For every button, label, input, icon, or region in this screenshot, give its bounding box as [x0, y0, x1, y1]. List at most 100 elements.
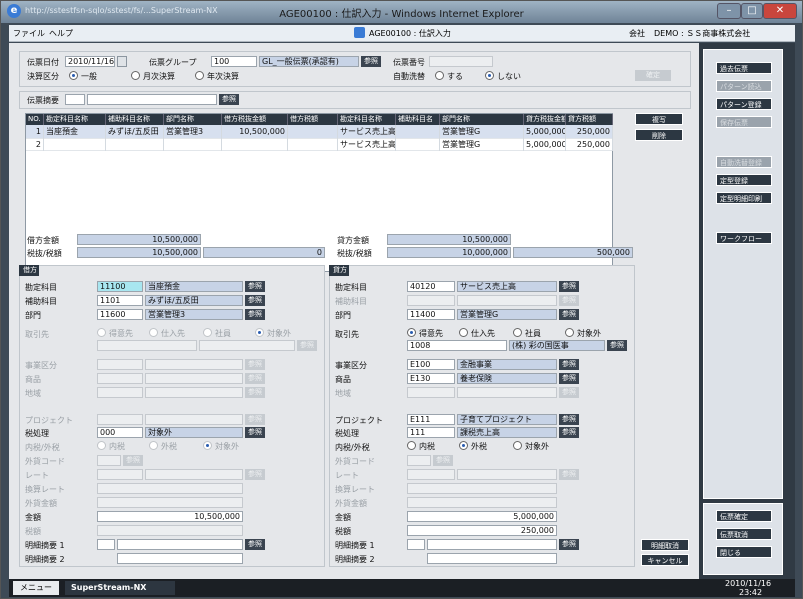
credit-item-code[interactable]: E130	[407, 373, 455, 384]
credit-biz-code[interactable]: E100	[407, 359, 455, 370]
auto-radio-no[interactable]	[485, 71, 494, 80]
settle-radio-monthly[interactable]	[131, 71, 140, 80]
debit-rate-ref[interactable]: 参照	[245, 469, 265, 480]
debit-region-ref[interactable]: 参照	[245, 387, 265, 398]
debit-memo1-code[interactable]	[97, 539, 115, 550]
fixed-register-button[interactable]: 定型登録	[716, 174, 772, 186]
debit-dept-ref[interactable]: 参照	[245, 309, 265, 320]
debit-biz-ref[interactable]: 参照	[245, 359, 265, 370]
credit-partner-radio-customer[interactable]	[407, 328, 416, 337]
credit-memo2-field[interactable]	[427, 553, 557, 564]
menu-button[interactable]: メニュー	[13, 581, 59, 595]
debit-partner-radio-supplier[interactable]	[149, 328, 158, 337]
auto-reversal-button[interactable]: 自動洗替登録	[716, 156, 772, 168]
credit-partner-opt: 社員	[525, 329, 541, 338]
auto-radio-yes[interactable]	[435, 71, 444, 80]
debit-inout-radio-none[interactable]	[203, 441, 212, 450]
debit-memo2-field[interactable]	[117, 553, 243, 564]
credit-taxproc-code[interactable]: 111	[407, 427, 455, 438]
fixed-print-button[interactable]: 定型明細印刷	[716, 192, 772, 204]
menu-help[interactable]: ヘルプ	[49, 28, 73, 39]
debit-fx-ref[interactable]: 参照	[123, 455, 143, 466]
menu-file[interactable]: ファイル	[13, 28, 45, 39]
copy-row-button[interactable]: 複写	[635, 113, 683, 125]
credit-project-code[interactable]: E111	[407, 414, 455, 425]
past-voucher-button[interactable]: 過去伝票	[716, 62, 772, 74]
credit-amount-field[interactable]: 5,000,000	[407, 511, 557, 522]
credit-partner-radio-staff[interactable]	[513, 328, 522, 337]
debit-memo1-field[interactable]	[117, 539, 243, 550]
debit-sub-code[interactable]: 1101	[97, 295, 143, 306]
grid-cell: 営業管理G	[440, 138, 524, 151]
debit-partner-radio-none[interactable]	[255, 328, 264, 337]
credit-acct-ref[interactable]: 参照	[559, 281, 579, 292]
group-ref-button[interactable]: 参照	[361, 56, 381, 67]
credit-biz-label: 事業区分	[335, 361, 367, 370]
number-label: 伝票番号	[393, 58, 425, 67]
credit-rate-ref[interactable]: 参照	[559, 469, 579, 480]
pattern-register-button[interactable]: パターン登録	[716, 98, 772, 110]
memo-code-field[interactable]	[65, 94, 85, 105]
debit-acct-code[interactable]: 11100	[97, 281, 143, 292]
debit-partner-radio-customer[interactable]	[97, 328, 106, 337]
debit-item-label: 商品	[25, 375, 41, 384]
close-button[interactable]: ✕	[763, 3, 797, 19]
grid-cell: 250,000	[566, 125, 613, 138]
date-field[interactable]: 2010/11/16	[65, 56, 115, 67]
debit-dept-code[interactable]: 11600	[97, 309, 143, 320]
credit-dept-code[interactable]: 11400	[407, 309, 455, 320]
credit-dept-ref[interactable]: 参照	[559, 309, 579, 320]
debit-memo1-ref[interactable]: 参照	[245, 539, 265, 550]
debit-sub-ref[interactable]: 参照	[245, 295, 265, 306]
credit-memo1-ref[interactable]: 参照	[559, 539, 579, 550]
credit-acct-code[interactable]: 40120	[407, 281, 455, 292]
credit-inout-radio-none[interactable]	[513, 441, 522, 450]
debit-partner-radio-staff[interactable]	[203, 328, 212, 337]
memo-ref-button[interactable]: 参照	[219, 94, 239, 105]
debit-taxproc-ref[interactable]: 参照	[245, 427, 265, 438]
debit-partner-ref[interactable]: 参照	[297, 340, 317, 351]
credit-partner-label: 取引先	[335, 330, 359, 339]
cancel-button[interactable]: キャンセル	[641, 554, 689, 566]
voucher-confirm-button[interactable]: 伝票確定	[716, 510, 772, 522]
credit-memo1-field[interactable]	[427, 539, 557, 550]
credit-partner-radio-none[interactable]	[565, 328, 574, 337]
debit-inout-radio-in[interactable]	[97, 441, 106, 450]
clear-detail-button[interactable]: 明細取消	[641, 539, 689, 551]
credit-item-ref[interactable]: 参照	[559, 373, 579, 384]
workflow-button[interactable]: ワークフロー	[716, 232, 772, 244]
pattern-load-button[interactable]: パターン読込	[716, 80, 772, 92]
credit-inout-radio-out[interactable]	[459, 441, 468, 450]
delete-row-button[interactable]: 削除	[635, 129, 683, 141]
credit-sub-ref[interactable]: 参照	[559, 295, 579, 306]
credit-taxproc-ref[interactable]: 参照	[559, 427, 579, 438]
credit-region-ref[interactable]: 参照	[559, 387, 579, 398]
credit-project-ref[interactable]: 参照	[559, 414, 579, 425]
credit-memo1-code[interactable]	[407, 539, 425, 550]
save-voucher-button[interactable]: 保存伝票	[716, 116, 772, 128]
debit-item-ref[interactable]: 参照	[245, 373, 265, 384]
settle-radio-yearly[interactable]	[195, 71, 204, 80]
close-form-button[interactable]: 閉じる	[716, 546, 772, 558]
credit-partner-radio-supplier[interactable]	[459, 328, 468, 337]
credit-inout-radio-in[interactable]	[407, 441, 416, 450]
debit-inout-radio-out[interactable]	[149, 441, 158, 450]
debit-amount-field[interactable]: 10,500,000	[97, 511, 243, 522]
memo-field[interactable]	[87, 94, 217, 105]
confirm-button[interactable]: 確定	[635, 70, 671, 81]
debit-biz-code	[97, 359, 143, 370]
credit-tax-field[interactable]: 250,000	[407, 525, 557, 536]
credit-fx-ref[interactable]: 参照	[433, 455, 453, 466]
credit-partner-code[interactable]: 1008	[407, 340, 507, 351]
calendar-icon[interactable]	[117, 56, 127, 67]
credit-biz-ref[interactable]: 参照	[559, 359, 579, 370]
credit-partner-ref[interactable]: 参照	[607, 340, 627, 351]
minimize-button[interactable]: –	[717, 3, 741, 19]
debit-project-ref[interactable]: 参照	[245, 414, 265, 425]
debit-taxproc-code[interactable]: 000	[97, 427, 143, 438]
settle-radio-normal[interactable]	[69, 71, 78, 80]
debit-acct-ref[interactable]: 参照	[245, 281, 265, 292]
voucher-cancel-button[interactable]: 伝票取消	[716, 528, 772, 540]
group-code-field[interactable]: 100	[211, 56, 257, 67]
maximize-button[interactable]: □	[741, 3, 763, 19]
